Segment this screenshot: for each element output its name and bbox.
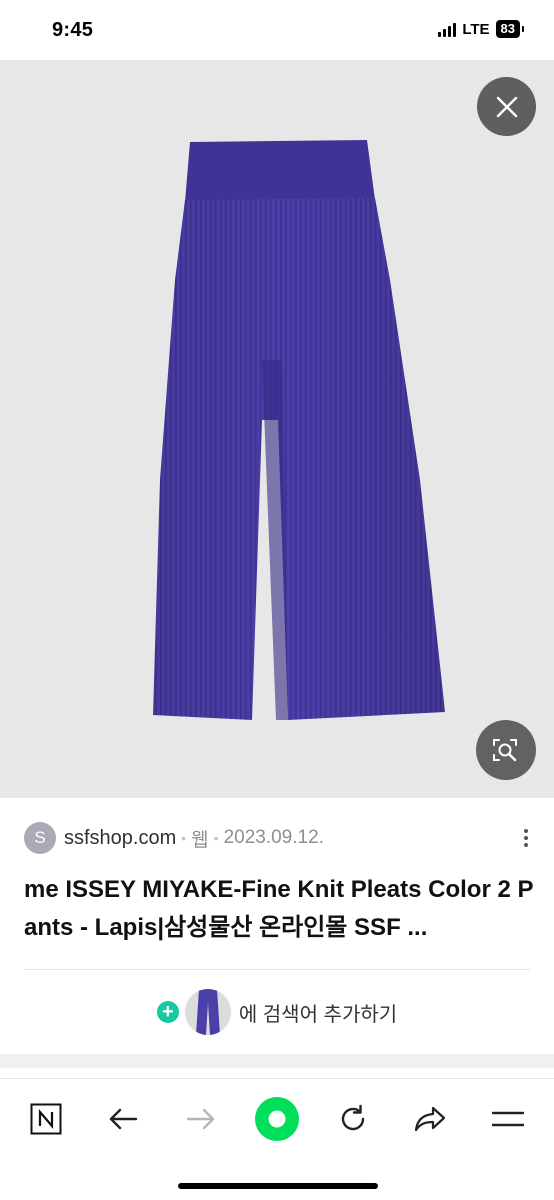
close-button[interactable]	[477, 77, 536, 136]
divider	[24, 969, 530, 970]
plus-icon: +	[156, 1001, 179, 1023]
back-icon	[109, 1108, 138, 1130]
result-date: 2023.09.12.	[223, 827, 324, 848]
more-options-icon[interactable]	[518, 824, 534, 852]
result-title[interactable]: me ISSEY MIYAKE-Fine Knit Pleats Color 2…	[24, 871, 534, 947]
site-favicon: S	[24, 822, 56, 854]
bottom-toolbar	[0, 1078, 554, 1200]
image-viewer	[0, 60, 554, 798]
image-search-button[interactable]	[476, 720, 536, 780]
status-indicators: LTE 83	[438, 20, 525, 38]
forward-icon	[186, 1108, 215, 1130]
green-dot-icon	[255, 1097, 299, 1141]
home-indicator	[178, 1183, 378, 1189]
result-card: S ssfshop.com • 웹 • 2023.09.12. me ISSEY…	[0, 798, 554, 1054]
close-icon	[496, 96, 517, 117]
forward-button[interactable]	[175, 1093, 227, 1145]
share-icon	[414, 1106, 446, 1132]
product-image	[153, 140, 445, 720]
network-label: LTE	[462, 20, 490, 38]
site-name[interactable]: ssfshop.com	[64, 827, 176, 850]
back-button[interactable]	[97, 1093, 149, 1145]
section-gap	[0, 1054, 554, 1068]
add-search-keyword-button[interactable]: + 에 검색어 추가하기	[0, 986, 554, 1038]
product-thumbnail	[184, 989, 231, 1035]
menu-button[interactable]	[482, 1093, 534, 1145]
menu-icon	[492, 1111, 524, 1127]
green-dot-button[interactable]	[251, 1093, 303, 1145]
share-button[interactable]	[404, 1093, 456, 1145]
separator-dot: •	[181, 830, 187, 846]
status-time: 9:45	[52, 19, 94, 41]
add-keyword-label: 에 검색어 추가하기	[238, 1003, 398, 1026]
reload-button[interactable]	[327, 1093, 379, 1145]
battery-icon: 83	[495, 20, 525, 38]
naver-home-icon	[30, 1103, 62, 1135]
signal-icon	[438, 21, 457, 37]
image-search-icon	[493, 739, 517, 762]
result-type: 웹	[191, 829, 209, 851]
separator-dot: •	[213, 830, 219, 846]
reload-icon	[341, 1104, 365, 1131]
source-row[interactable]: S ssfshop.com • 웹 • 2023.09.12.	[24, 822, 534, 854]
naver-home-button[interactable]	[20, 1093, 72, 1145]
status-bar: 9:45 LTE 83	[0, 0, 554, 60]
